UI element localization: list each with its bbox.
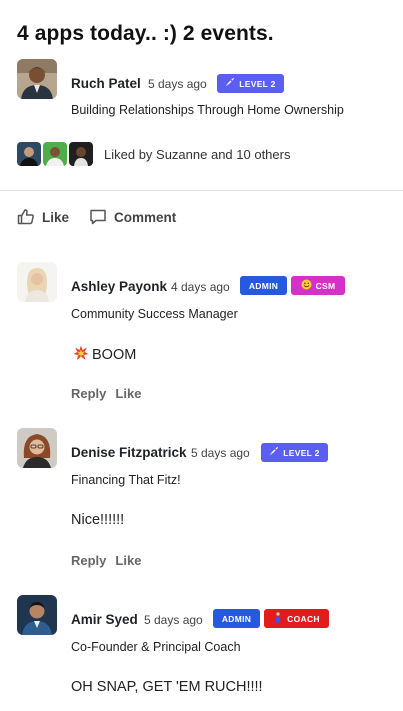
comment-icon <box>89 208 107 226</box>
comment-like-button[interactable]: Like <box>115 386 141 401</box>
level-badge: LEVEL 2 <box>261 443 328 462</box>
csm-badge-label: CSM <box>315 280 336 291</box>
comment-actions: Reply Like <box>71 553 150 568</box>
comment-timestamp: 5 days ago <box>191 446 250 460</box>
csm-badge: CSM <box>291 276 345 295</box>
liker-avatar <box>17 142 41 166</box>
comment-body: Nice!!!!!! <box>71 512 125 528</box>
comment-timestamp: 5 days ago <box>144 613 203 627</box>
comment-timestamp: 4 days ago <box>171 280 230 294</box>
liker-avatar <box>43 142 67 166</box>
commenter-name[interactable]: Ashley Payonk <box>71 279 167 294</box>
admin-badge: ADMIN <box>240 276 287 295</box>
coach-figure-icon <box>273 611 283 626</box>
admin-badge-label: ADMIN <box>221 613 252 624</box>
rocket-icon <box>225 77 235 90</box>
comment-button[interactable]: Comment <box>89 208 176 226</box>
post-title: 4 apps today.. :) 2 events. <box>17 22 274 45</box>
level-badge: LEVEL 2 <box>217 74 284 93</box>
commenter-name[interactable]: Denise Fitzpatrick <box>71 445 187 460</box>
commenter-subtitle: Community Success Manager <box>71 307 238 321</box>
author-avatar[interactable] <box>17 59 57 99</box>
like-label: Like <box>42 209 70 225</box>
divider <box>0 190 403 191</box>
commenter-name[interactable]: Amir Syed <box>71 612 138 627</box>
author-name[interactable]: Ruch Patel <box>71 76 141 91</box>
coach-badge-label: COACH <box>287 613 320 624</box>
thumbs-up-icon <box>17 208 35 226</box>
commenter-subtitle: Co-Founder & Principal Coach <box>71 640 241 654</box>
comment-body: OH SNAP, GET 'EM RUCH!!!! <box>71 679 263 695</box>
reply-button[interactable]: Reply <box>71 386 106 401</box>
comment-body: BOOM <box>73 345 136 365</box>
coach-badge: COACH <box>264 609 329 628</box>
commenter-avatar[interactable] <box>17 428 57 468</box>
comment-like-button[interactable]: Like <box>115 553 141 568</box>
rocket-icon <box>269 446 279 459</box>
liker-avatars[interactable] <box>17 142 95 166</box>
reply-button[interactable]: Reply <box>71 553 106 568</box>
level-badge-label: LEVEL 2 <box>239 78 276 89</box>
level-badge-label: LEVEL 2 <box>283 447 320 458</box>
smile-emoji-icon <box>301 279 312 293</box>
comment-label: Comment <box>114 209 177 225</box>
post-timestamp: 5 days ago <box>148 77 207 91</box>
admin-badge: ADMIN <box>213 609 260 628</box>
commenter-subtitle: Financing That Fitz! <box>71 473 181 487</box>
admin-badge-label: ADMIN <box>248 280 279 291</box>
liked-by-text[interactable]: Liked by Suzanne and 10 others <box>104 147 290 162</box>
author-subtitle: Building Relationships Through Home Owne… <box>71 103 344 117</box>
comment-body-text: BOOM <box>92 347 137 363</box>
collision-emoji-icon <box>73 345 89 365</box>
commenter-avatar[interactable] <box>17 595 57 635</box>
like-button[interactable]: Like <box>17 208 69 226</box>
liker-avatar <box>69 142 93 166</box>
comment-actions: Reply Like <box>71 386 150 401</box>
commenter-avatar[interactable] <box>17 262 57 302</box>
